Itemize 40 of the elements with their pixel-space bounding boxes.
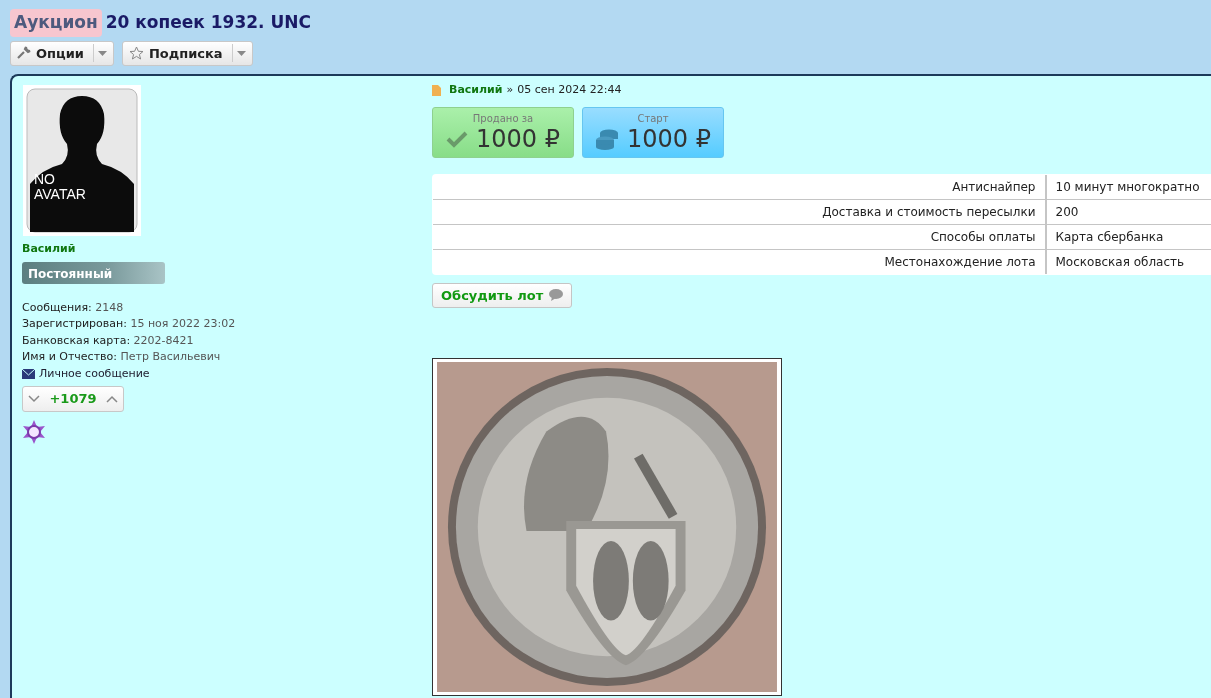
chevron-up-icon[interactable] xyxy=(106,394,118,403)
price-label: Продано за xyxy=(471,111,535,126)
coins-icon xyxy=(595,127,619,150)
post-date: 05 сен 2024 22:44 xyxy=(517,82,622,98)
detail-value: 200 xyxy=(1045,199,1211,224)
price-amount: 1000 ₽ xyxy=(476,125,560,152)
profile-stat: Зарегистрирован: 15 ноя 2022 23:02 xyxy=(22,316,237,332)
envelope-icon xyxy=(22,368,35,379)
avatar-label: NO AVATAR xyxy=(34,172,87,203)
document-icon xyxy=(432,84,441,96)
checkmark-icon xyxy=(446,129,468,148)
star-icon xyxy=(128,46,144,61)
detail-label: Доставка и стоимость пересылки xyxy=(433,199,1046,224)
caret-icon[interactable] xyxy=(236,50,246,56)
wrench-icon xyxy=(17,46,31,61)
thread-title: 20 копеек 1932. UNC xyxy=(105,11,311,34)
speech-bubble-icon xyxy=(549,289,564,302)
chevron-down-icon[interactable] xyxy=(28,394,40,403)
toolbar-dropdown[interactable]: Подписка xyxy=(121,40,253,66)
thread-prefix-tag: Аукцион xyxy=(10,9,102,37)
award-star-icon xyxy=(22,419,46,444)
detail-value: Московская область xyxy=(1045,249,1211,274)
post-author[interactable]: Василий xyxy=(449,82,503,99)
username[interactable]: Василий xyxy=(22,241,422,258)
profile-stat: Банковская карта: 2202-8421 xyxy=(22,332,195,349)
detail-label: Местонахождение лота xyxy=(433,249,1046,274)
detail-value: 10 минут многократно xyxy=(1045,174,1211,199)
profile-stat: Имя и Отчество: Петр Васильевич xyxy=(22,349,222,365)
price-label: Старт xyxy=(636,111,670,126)
toolbar-dropdown[interactable]: Опции xyxy=(10,40,114,66)
private-message-link[interactable]: Личное сообщение xyxy=(39,365,150,382)
separator: » xyxy=(506,82,514,98)
price-amount: 1000 ₽ xyxy=(627,125,711,152)
detail-label: Способы оплаты xyxy=(433,224,1046,249)
detail-value: Карта сбербанка xyxy=(1045,224,1211,249)
reputation-score: +1079 xyxy=(49,390,97,408)
user-rank-banner: Постоянный xyxy=(22,261,165,284)
detail-label: Антиснайпер xyxy=(433,174,1046,199)
profile-stat: Сообщения: 2148 xyxy=(22,299,125,316)
caret-icon[interactable] xyxy=(97,50,107,56)
